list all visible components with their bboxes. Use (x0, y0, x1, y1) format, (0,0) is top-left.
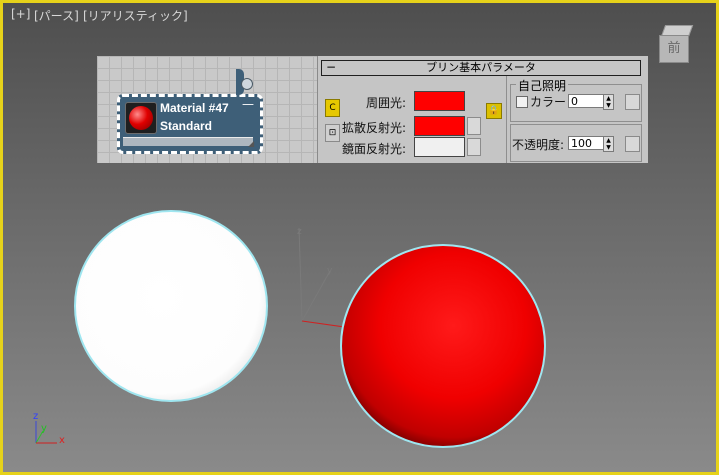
specular-color-swatch[interactable] (414, 137, 465, 157)
rollout-header[interactable]: − ブリン基本パラメータ (321, 60, 641, 76)
slate-node-view[interactable]: Material #47 Standard — ◢ (97, 56, 317, 163)
self-illum-spinner-arrows[interactable]: ▲ ▼ (603, 94, 614, 110)
map-link-button[interactable]: ⊡ (325, 124, 340, 142)
viewcube[interactable]: 前 (657, 23, 694, 63)
panel-divider (506, 76, 507, 163)
preview-sphere (129, 106, 153, 130)
svg-text:z: z (297, 227, 302, 237)
color-lock-icon[interactable]: 🔒 (486, 103, 502, 119)
specular-label: 鏡面反射光: (342, 142, 407, 156)
material-preview-thumbnail (125, 102, 157, 134)
material-name: Material #47 (160, 101, 229, 115)
color-label: カラー (530, 95, 567, 109)
axis-z-label: z (33, 411, 39, 422)
opacity-label: 不透明度: (512, 138, 565, 152)
ambient-lock-toggle-button[interactable]: C (325, 99, 340, 117)
node-footer-bar (123, 137, 253, 146)
ambient-color-swatch[interactable] (414, 91, 465, 111)
opacity-map-button[interactable] (625, 136, 640, 152)
axis-y-label: y (41, 423, 47, 434)
self-illum-color-checkbox[interactable] (516, 96, 528, 108)
diffuse-color-swatch[interactable] (414, 116, 465, 136)
node-output-socket[interactable] (241, 78, 253, 90)
self-illum-map-button[interactable] (625, 94, 640, 110)
axis-x-label: x (59, 435, 65, 446)
node-resize-grip-icon[interactable]: ◢ (248, 139, 254, 148)
blinn-basic-parameters-panel: − ブリン基本パラメータ C ⊡ 周囲光: 拡散反射光: 鏡面反射光: 🔒 自己… (317, 56, 648, 163)
diffuse-label: 拡散反射光: (342, 121, 407, 135)
material-node[interactable]: Material #47 Standard — ◢ (117, 94, 263, 154)
diffuse-map-button[interactable] (467, 117, 481, 135)
opacity-spinner-arrows[interactable]: ▲ ▼ (603, 136, 614, 152)
material-type: Standard (160, 119, 213, 133)
white-sphere[interactable] (74, 210, 268, 402)
svg-text:y: y (327, 266, 333, 276)
node-collapse-button[interactable]: — (242, 98, 254, 110)
specular-map-button[interactable] (467, 138, 481, 156)
self-illumination-title: 自己照明 (516, 77, 569, 94)
viewcube-front-face[interactable]: 前 (659, 35, 689, 63)
red-sphere[interactable] (340, 244, 546, 448)
rollout-title: ブリン基本パラメータ (426, 61, 536, 74)
ambient-label: 周囲光: (366, 96, 407, 110)
